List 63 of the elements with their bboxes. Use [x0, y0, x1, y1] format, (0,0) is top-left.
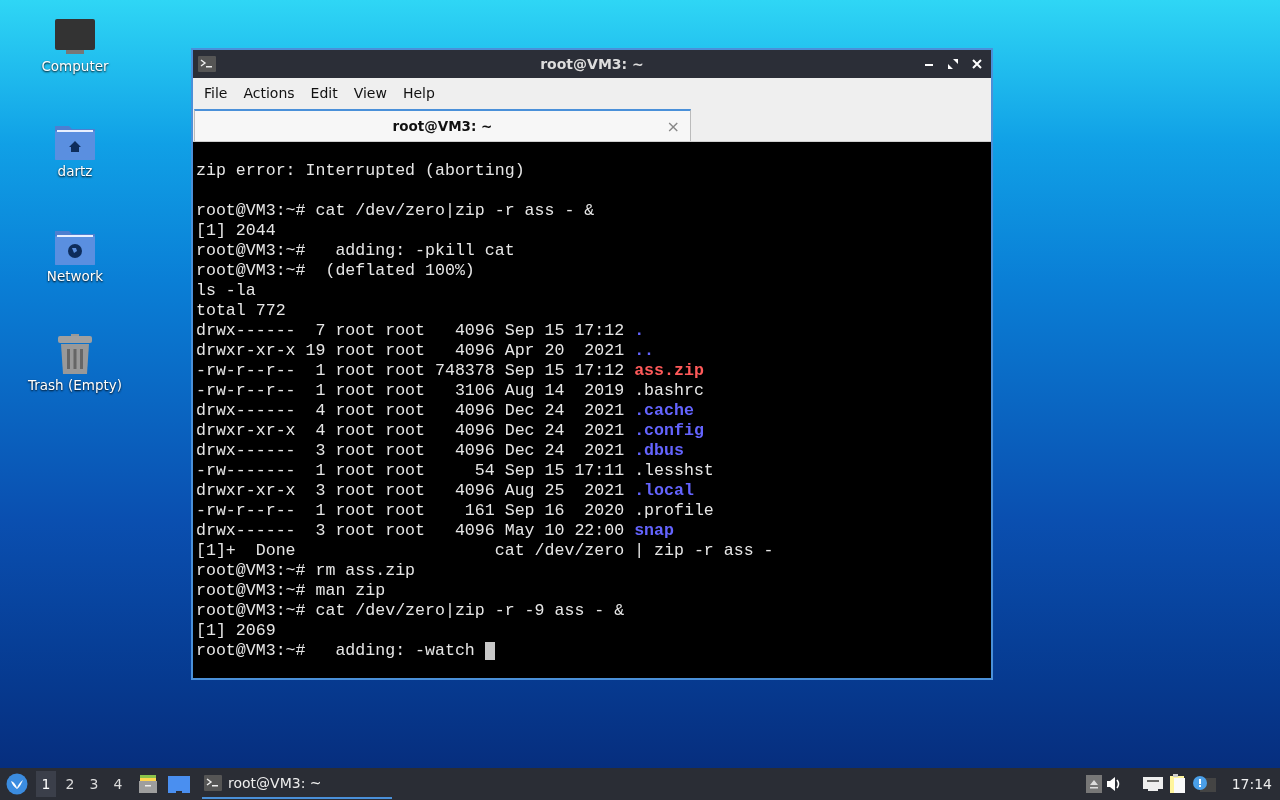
terminal-line: drwx------ 3 root root 4096 Dec 24 2021 [196, 441, 626, 461]
terminal-line: -rw------- 1 root root 54 Sep 15 17:11 .lesshst [196, 461, 714, 481]
terminal-icon [204, 775, 222, 791]
terminal-line: drwx------ 7 root root 4096 Sep 15 17:12 [196, 321, 626, 341]
directory-name: .cache [634, 401, 694, 421]
monitor-icon[interactable] [54, 18, 96, 56]
directory-name: . [634, 321, 645, 341]
menu-item[interactable]: Help [394, 81, 443, 104]
menu-item[interactable]: Actions [235, 81, 303, 104]
directory-name: .local [634, 481, 694, 501]
close-icon[interactable] [971, 58, 983, 70]
terminal-line: root@VM3:~# rm ass.zip [196, 561, 416, 581]
directory-name: .dbus [634, 441, 684, 461]
taskbar-task[interactable]: root@VM3: ~ [202, 769, 392, 799]
terminal-line: root@VM3:~# adding: -pkill cat [196, 241, 515, 261]
workspace-button[interactable]: 3 [84, 771, 104, 797]
tab-label: root@VM3: ~ [392, 118, 493, 134]
window-title: root@VM3: ~ [540, 56, 644, 72]
network-folder-icon[interactable] [54, 228, 96, 266]
terminal-line: [1]+ Done cat /dev/zero | zip -r ass - [196, 541, 774, 561]
terminal-line: ls -la [196, 281, 256, 301]
terminal-line: total 772 [196, 301, 286, 321]
terminal-line: root@VM3:~# (deflated 100%) [196, 261, 475, 281]
network-port-icon[interactable] [1141, 776, 1164, 792]
text-cursor [484, 642, 495, 660]
terminal-line: drwxr-xr-x 3 root root 4096 Aug 25 2021 [196, 481, 626, 501]
terminal-line: root@VM3:~# adding: -watch [196, 641, 476, 661]
terminal-line: drwx------ 3 root root 4096 May 10 22:00 [196, 521, 626, 541]
menu-item[interactable]: View [345, 81, 395, 104]
notes-icon[interactable] [1167, 774, 1188, 794]
directory-name: .config [634, 421, 704, 441]
clock[interactable]: 17:14 [1231, 776, 1272, 792]
terminal-line: drwxr-xr-x 4 root root 4096 Dec 24 2021 [196, 421, 626, 441]
menu-item[interactable]: File [196, 81, 236, 104]
archive-name: ass.zip [634, 361, 704, 381]
eject-icon[interactable] [1085, 775, 1102, 793]
terminal-line: root@VM3:~# cat /dev/zero|zip -r -9 ass - & [196, 601, 625, 621]
home-folder-icon[interactable] [54, 123, 96, 161]
desktop-icon-label[interactable]: Network [46, 268, 104, 284]
terminal-line: root@VM3:~# man zip [196, 581, 386, 601]
terminal-line: drwx------ 4 root root 4096 Dec 24 2021 [196, 401, 626, 421]
terminal-line: -rw-r--r-- 1 root root 3106 Aug 14 2019 .bashrc [196, 381, 704, 401]
terminal-icon [198, 56, 216, 72]
terminal-line: zip error: Interrupted (aborting) [196, 161, 525, 181]
desktop-icon-label[interactable]: Trash (Empty) [27, 377, 122, 393]
terminal-line: -rw-r--r-- 1 root root 161 Sep 16 2020 .profile [196, 501, 714, 521]
workspace-button[interactable]: 4 [108, 771, 128, 797]
terminal-line: [1] 2044 [196, 221, 276, 241]
workspace-button[interactable]: 2 [60, 771, 80, 797]
file-drawer-icon[interactable] [138, 774, 158, 794]
desktop-icon[interactable] [168, 775, 190, 793]
workspace-button[interactable]: 1 [36, 771, 56, 797]
terminal-line: -rw-r--r-- 1 root root 748378 Sep 15 17:12 [196, 361, 626, 381]
maximize-icon[interactable] [947, 58, 959, 70]
directory-name: snap [634, 521, 674, 541]
terminal-line: [1] 2069 [196, 621, 276, 641]
terminal-tab[interactable]: root@VM3: ~ × [194, 109, 691, 141]
terminal-line: root@VM3:~# cat /dev/zero|zip -r ass - & [196, 201, 595, 221]
task-label: root@VM3: ~ [228, 775, 322, 791]
menu-item[interactable]: Edit [302, 81, 346, 104]
notification-icon[interactable] [1191, 775, 1216, 793]
terminal-line: drwxr-xr-x 19 root root 4096 Apr 20 2021 [196, 341, 626, 361]
directory-name: .. [634, 341, 655, 361]
